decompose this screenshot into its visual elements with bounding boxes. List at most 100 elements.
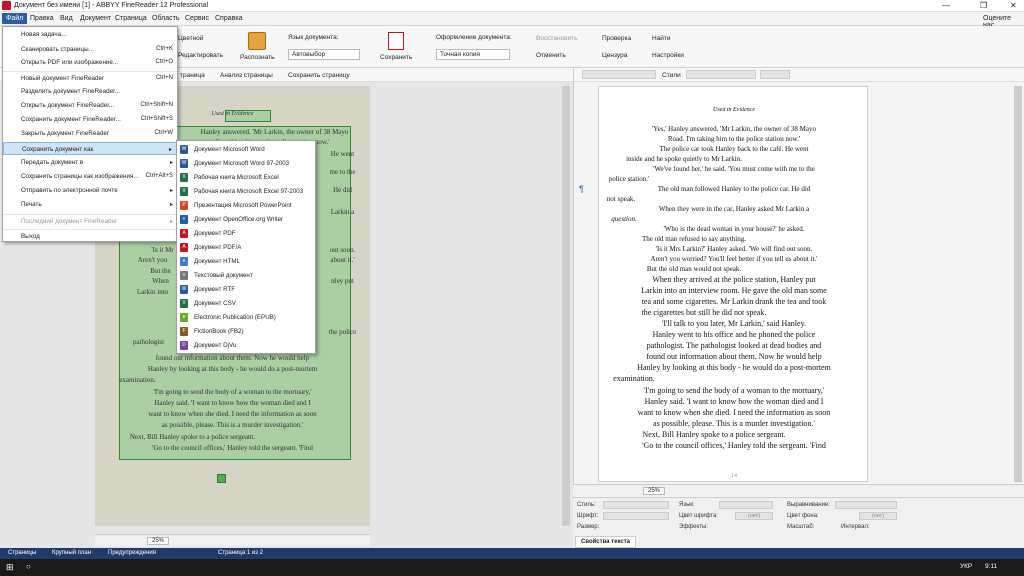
language-indicator[interactable]: УКР	[960, 563, 972, 570]
style-field[interactable]	[603, 501, 669, 509]
menu-item-open-document[interactable]: Открыть документ FineReader... Ctrl+Shift…	[3, 99, 177, 112]
doc-line: Hanley by looking at this body - he woul…	[637, 363, 831, 372]
save-as-item[interactable]: F FictionBook (FB2)	[177, 325, 315, 338]
menu-item-new-task[interactable]: Новая задача...	[3, 28, 177, 41]
styles-button[interactable]: Стили	[662, 72, 681, 79]
save-as-item[interactable]: D Документ DjVu	[177, 339, 315, 352]
save-as-item[interactable]: ≡ Документ OpenOffice.org Writer	[177, 213, 315, 226]
check-button[interactable]: Проверка	[602, 35, 631, 42]
menu-item-recent-document[interactable]: Последний документ FineReader ▸	[3, 214, 177, 227]
save-as-item[interactable]: X Рабочая книга Microsoft Excel	[177, 171, 315, 184]
pages-tab[interactable]: Страницы	[8, 550, 36, 556]
style-select[interactable]	[582, 70, 656, 79]
settings-button[interactable]: Настройки	[652, 52, 684, 59]
menu-area[interactable]: Область	[152, 15, 179, 22]
save-as-item[interactable]: W Документ RTF	[177, 283, 315, 296]
left-zoom-bar: 25%	[95, 534, 370, 546]
save-as-item[interactable]: X Рабочая книга Microsoft Excel 97-2003	[177, 185, 315, 198]
save-as-item[interactable]: P Презентация Microsoft PowerPoint	[177, 199, 315, 212]
label: Документ HTML	[194, 258, 241, 265]
label: Рабочая книга Microsoft Excel	[194, 174, 279, 181]
doc-line: Larkin into an interview room. He gave t…	[641, 286, 827, 295]
left-scrollbar[interactable]	[562, 86, 570, 526]
format-icon: X	[180, 299, 188, 308]
edit-image-button[interactable]: Редактировать	[178, 52, 223, 59]
style-label: Стиль:	[577, 502, 596, 508]
zoom-value[interactable]: 25%	[643, 487, 666, 495]
menu-item-save-pages-as-images[interactable]: Сохранить страницы как изображения... Ctr…	[3, 170, 177, 183]
save-as-item[interactable]: e Electronic Publication (EPUB)	[177, 311, 315, 324]
close-button[interactable]: ✕	[1010, 1, 1017, 10]
text-properties-tab[interactable]: Свойства текста	[575, 536, 636, 548]
font-select[interactable]	[686, 70, 756, 79]
menu-item-new-document[interactable]: Новый документ FineReader Ctrl+N	[3, 71, 177, 84]
windows-start-icon[interactable]: ⊞	[6, 562, 14, 573]
page-indicator: Страница 1 из 2	[218, 550, 263, 556]
menu-item-exit[interactable]: Выход	[3, 229, 177, 242]
menu-item-email[interactable]: Отправить по электронной почте ▸	[3, 184, 177, 197]
cancel-button[interactable]: Отменить	[536, 52, 566, 59]
menu-tools[interactable]: Сервис	[185, 15, 209, 22]
clock[interactable]: 9:11	[985, 563, 997, 570]
right-zoom-bar: 25%	[573, 484, 1024, 496]
doc-line: found out information about them. Now he…	[646, 352, 822, 361]
warnings-tab[interactable]: Предупреждения	[108, 550, 156, 556]
menu-item-send-to[interactable]: Передать документ в ▸	[3, 156, 177, 169]
document-layout-select[interactable]: Точная копия	[436, 49, 510, 60]
menu-document[interactable]: Документ	[80, 15, 111, 22]
label: Документ OpenOffice.org Writer	[194, 216, 284, 223]
save-as-item[interactable]: X Документ CSV	[177, 297, 315, 310]
menu-item-print[interactable]: Печать ▸	[3, 198, 177, 211]
doc-line: want to know when she died. I need the i…	[637, 408, 831, 417]
submenu-arrow: ▸	[168, 147, 172, 153]
page-tool-button[interactable]: траница	[180, 72, 205, 79]
size-select[interactable]	[760, 70, 790, 79]
paragraph-icon[interactable]: ¶	[579, 184, 584, 194]
doc-line: 'Is it Mrs Larkin?' Hanley asked. 'We wi…	[655, 245, 813, 253]
font-color-field[interactable]: (нет)	[735, 512, 773, 520]
menu-help[interactable]: Справка	[215, 15, 242, 22]
search-icon[interactable]: ○	[26, 562, 31, 571]
menu-file[interactable]: Файл	[2, 13, 28, 24]
minimize-button[interactable]: —	[942, 1, 950, 10]
menu-item-scan[interactable]: Сканировать страницы... Ctrl+K	[3, 43, 177, 56]
menu-view[interactable]: Вид	[60, 15, 73, 22]
color-mode-button[interactable]: Цветной	[178, 35, 203, 42]
zoom-value[interactable]: 25%	[147, 537, 170, 545]
document-language-select[interactable]: Автовыбор	[288, 49, 360, 60]
alignment-field[interactable]	[835, 501, 897, 509]
save-as-item[interactable]: A Документ PDF/A	[177, 241, 315, 254]
save-button[interactable]: Сохранить	[380, 54, 412, 61]
recognized-document[interactable]: Used in Evidence 'Yes,' Hanley answered.…	[598, 86, 868, 482]
menu-item-close-document[interactable]: Закрыть документ FineReader Ctrl+W	[3, 127, 177, 140]
picture-area-icon[interactable]	[217, 474, 226, 483]
doc-line: 'Go to the council offices,' Hanley told…	[642, 441, 826, 450]
font-field[interactable]	[603, 512, 669, 520]
menu-item-save-as[interactable]: Сохранить документ как ▸	[3, 142, 177, 155]
save-as-item[interactable]: A Документ PDF	[177, 227, 315, 240]
zoom-tab[interactable]: Крупный план	[52, 550, 91, 556]
maximize-button[interactable]: ❐	[980, 1, 987, 10]
doc-line: pathologist. The pathologist looked at d…	[646, 341, 822, 350]
label: Открыть документ FineReader...	[21, 102, 115, 109]
background-color-field[interactable]: (нет)	[859, 512, 897, 520]
menu-edit[interactable]: Правка	[30, 15, 54, 22]
format-icon: X	[180, 187, 188, 196]
recognize-button[interactable]: Распознать	[240, 54, 274, 61]
censor-button[interactable]: Цензура	[602, 52, 627, 59]
save-as-item[interactable]: W Документ Microsoft Word 97-2003	[177, 157, 315, 170]
menu-page[interactable]: Страница	[115, 15, 147, 22]
save-as-item[interactable]: W Документ Microsoft Word	[177, 143, 315, 156]
language-field[interactable]	[719, 501, 773, 509]
menu-item-save-document[interactable]: Сохранить документ FineReader... Ctrl+Shi…	[3, 113, 177, 126]
label: Печать	[21, 201, 42, 208]
find-button[interactable]: Найти	[652, 35, 671, 42]
menu-item-open-pdf[interactable]: Открыть PDF или изображение... Ctrl+O	[3, 56, 177, 69]
save-as-item[interactable]: e Документ HTML	[177, 255, 315, 268]
menu-item-split-document[interactable]: Разделить документ FineReader...	[3, 85, 177, 98]
right-scrollbar[interactable]	[1014, 86, 1022, 482]
restore-button[interactable]: Восстановить	[536, 35, 578, 42]
save-page-button[interactable]: Сохранить страницу	[288, 72, 350, 79]
analyze-page-button[interactable]: Анализ страницы	[220, 72, 273, 79]
save-as-item[interactable]: ≡ Текстовый документ	[177, 269, 315, 282]
